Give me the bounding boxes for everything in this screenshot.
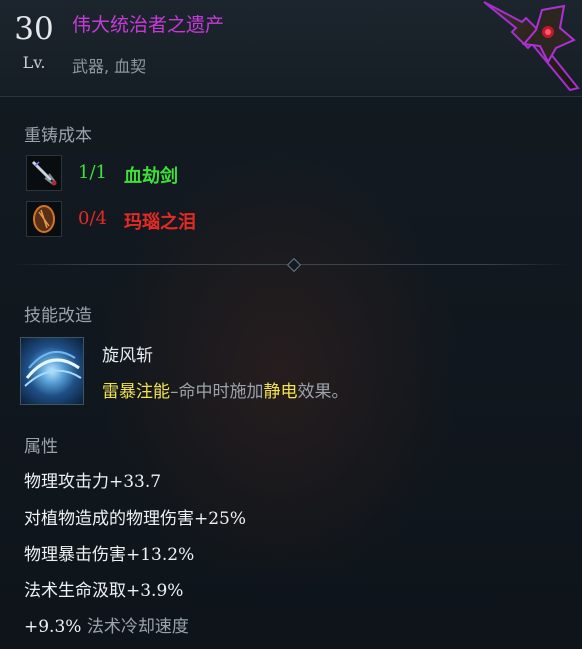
skill-description: 雷暴注能–命中时施加静电效果。 [102,377,349,402]
weapon-icon [483,1,580,92]
stat-value: +25% [194,509,247,529]
stat-value: +33.7 [109,472,162,492]
item-level: 30 [14,11,54,47]
divider-diamond-icon [286,257,302,273]
whirlwind-icon [20,337,84,405]
skill-effect: 静电 [263,382,298,402]
stat-line: 对植物造成的物理伤害+25% [24,504,246,529]
material-name: 玛瑙之泪 [124,212,196,233]
item-type: 武器, 血契 [72,57,147,76]
item-tooltip: 30 Lv. 伟大统治者之遗产 武器, 血契 重铸成本 1/1 血劫剑 0/4 … [0,0,582,649]
sword-icon [26,155,62,191]
skill-mod-title: 技能改造 [24,306,92,326]
stat-label: 法术生命汲取 [24,581,126,601]
stat-label: 法术冷却速度 [86,617,189,637]
stat-line: 物理攻击力+33.7 [24,467,161,492]
stat-value: +13.2% [126,545,195,565]
material-count: 1/1 [78,162,107,183]
stat-value: +9.3% [24,617,82,637]
tear-icon [26,201,62,237]
skill-keyword: 雷暴注能 [102,382,170,402]
attributes-title: 属性 [24,437,58,457]
skill-desc-end: 效果。 [297,382,349,402]
skill-desc-mid: –命中时施加 [170,382,264,402]
reforge-material-row: 1/1 血劫剑 [26,155,326,193]
reforge-cost-title: 重铸成本 [24,126,92,146]
stat-label: 物理暴击伤害 [24,545,126,565]
stat-label: 物理攻击力 [24,472,109,492]
material-count: 0/4 [78,208,107,229]
stat-value: +3.9% [126,581,184,601]
stat-label: 对植物造成的物理伤害 [24,509,194,529]
reforge-material-row: 0/4 玛瑙之泪 [26,201,326,239]
stat-line: +9.3% 法术冷却速度 [24,612,189,637]
item-name: 伟大统治者之遗产 [72,14,225,36]
stat-line: 法术生命汲取+3.9% [24,576,183,601]
item-level-label: Lv. [22,53,46,72]
material-name: 血劫剑 [124,166,178,187]
tooltip-header: 30 Lv. 伟大统治者之遗产 武器, 血契 [0,0,582,97]
skill-name: 旋风斩 [102,346,153,366]
stat-line: 物理暴击伤害+13.2% [24,540,194,565]
